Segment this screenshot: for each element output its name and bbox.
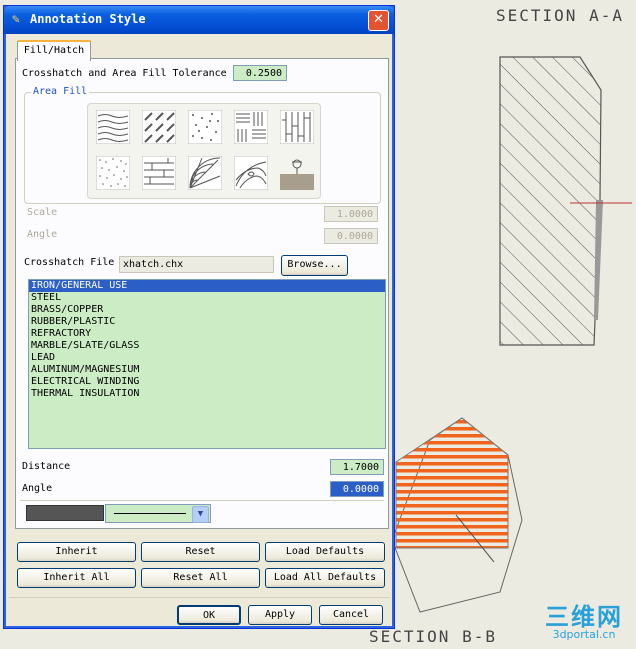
tolerance-input[interactable]: 0.2500 [233,65,287,81]
browse-button[interactable]: Browse... [281,255,348,276]
apply-button[interactable]: Apply [248,605,312,625]
horizontal-bricks-pattern-icon[interactable] [142,156,176,190]
section-b-label: SECTION B-B [369,627,497,646]
wood-grain-pattern-icon[interactable] [234,156,268,190]
pattern-palette [87,103,321,199]
area-angle-input[interactable]: 0.0000 [324,228,378,244]
angle-label: Angle [22,483,53,494]
color-swatch[interactable] [26,505,104,521]
list-item[interactable]: BRASS/COPPER [29,304,385,316]
crosshatch-file-label: Crosshatch File [24,257,115,268]
dialog-body: Fill/Hatch Crosshatch and Area Fill Tole… [7,34,391,625]
solid-fill-pattern-icon[interactable] [280,156,314,190]
list-item[interactable]: THERMAL INSULATION [29,388,385,400]
list-item[interactable]: STEEL [29,292,385,304]
chevron-down-icon[interactable]: ▼ [192,506,209,523]
tolerance-label: Crosshatch and Area Fill Tolerance [22,68,227,79]
line-style-preview [114,513,186,514]
dots-pattern-icon[interactable] [188,110,222,144]
cancel-button[interactable]: Cancel [319,605,383,625]
basketweave-pattern-icon[interactable] [234,110,268,144]
wavy-lines-pattern-icon[interactable] [96,110,130,144]
list-item[interactable]: REFRACTORY [29,328,385,340]
reset-all-button[interactable]: Reset All [141,568,260,588]
crosshatch-file-input[interactable]: xhatch.chx [119,256,274,273]
material-list[interactable]: IRON/GENERAL USE STEEL BRASS/COPPER RUBB… [28,279,386,449]
load-defaults-button[interactable]: Load Defaults [265,542,385,562]
line-style-select[interactable]: ▼ [105,504,211,523]
separator [9,597,389,598]
separator [20,500,384,501]
inherit-button[interactable]: Inherit [17,542,136,562]
list-item[interactable]: RUBBER/PLASTIC [29,316,385,328]
app-icon: ✎ [12,12,20,27]
close-button[interactable]: ✕ [368,10,389,31]
angle-input[interactable]: 0.0000 [330,481,384,497]
area-fill-title: Area Fill [31,86,90,97]
window-title: Annotation Style [30,12,146,26]
annotation-style-dialog: ✎ Annotation Style ✕ Fill/Hatch Crosshat… [3,5,395,629]
title-bar[interactable]: ✎ Annotation Style ✕ [4,6,394,34]
section-b-part [391,417,523,613]
load-all-defaults-button[interactable]: Load All Defaults [265,568,385,588]
watermark: 三维网 3dportal.cn [534,597,634,641]
ok-button[interactable]: OK [177,605,241,625]
tab-fill-hatch[interactable]: Fill/Hatch [17,40,91,61]
fill-hatch-panel: Crosshatch and Area Fill Tolerance 0.250… [15,58,389,529]
list-item[interactable]: LEAD [29,352,385,364]
section-a-part [499,56,632,346]
inherit-all-button[interactable]: Inherit All [17,568,136,588]
diagonal-dashes-pattern-icon[interactable] [142,110,176,144]
vertical-bricks-pattern-icon[interactable] [280,110,314,144]
distance-label: Distance [22,461,71,472]
distance-input[interactable]: 1.7000 [330,459,384,475]
list-item[interactable]: MARBLE/SLATE/GLASS [29,340,385,352]
watermark-title: 三维网 [545,603,623,631]
scale-input[interactable]: 1.0000 [324,206,378,222]
section-a-label: SECTION A-A [496,6,624,25]
list-item[interactable]: IRON/GENERAL USE [29,280,385,292]
stipple-pattern-icon[interactable] [96,156,130,190]
list-item[interactable]: ELECTRICAL WINDING [29,376,385,388]
radial-wood-pattern-icon[interactable] [188,156,222,190]
reset-button[interactable]: Reset [141,542,260,562]
scale-label: Scale [27,207,58,218]
area-fill-group: Area Fill [24,86,381,204]
area-angle-label: Angle [27,229,58,240]
list-item[interactable]: ALUMINUM/MAGNESIUM [29,364,385,376]
